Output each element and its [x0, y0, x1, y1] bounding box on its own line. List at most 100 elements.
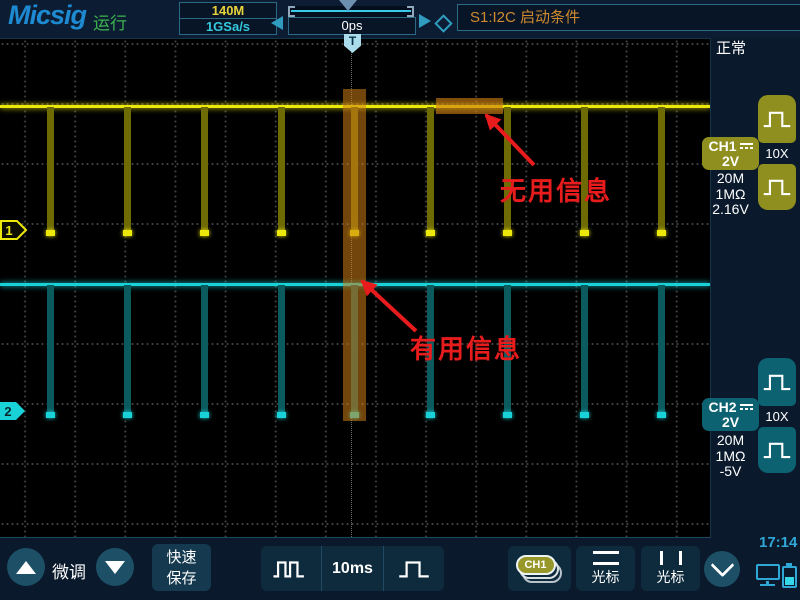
- cursor-v-label: 光标: [657, 567, 685, 587]
- ch2-pulse-cap: [277, 412, 286, 418]
- ch1-pulse: [658, 107, 665, 235]
- quick-save-line1: 快速: [152, 547, 211, 568]
- clock: 17:14: [759, 534, 797, 551]
- ch2-probe-factor[interactable]: 10X: [758, 408, 796, 425]
- ch1-pulse-down-button[interactable]: [758, 164, 796, 210]
- channel-select-label: CH1: [516, 555, 556, 575]
- cursor-horizontal-icon: [593, 551, 619, 565]
- ch1-pulse: [124, 107, 131, 235]
- ch1-probe-controls: 10X: [758, 95, 796, 210]
- acquisition-box[interactable]: 140M 1GSa/s: [179, 2, 277, 35]
- scroll-right-icon[interactable]: [419, 14, 431, 28]
- annotation-text: 无用信息: [500, 171, 612, 208]
- timebase-value[interactable]: 10ms: [322, 546, 382, 591]
- ch2-details: 20M 1MΩ -5V: [700, 433, 761, 480]
- run-status[interactable]: 运行: [93, 9, 127, 34]
- ch2-pulse-cap: [200, 412, 209, 418]
- cursor-vertical-icon: [660, 551, 682, 565]
- channel-stack-icon: CH1: [515, 553, 565, 585]
- ch1-pulse: [278, 107, 285, 235]
- ch2-pulse-cap: [580, 412, 589, 418]
- ch1-badge[interactable]: CH1 2V: [702, 137, 759, 170]
- top-bar: Micsig 运行 140M 1GSa/s 0ps S1:I2C 启动条件: [0, 0, 800, 38]
- svg-text:1: 1: [5, 223, 12, 238]
- fine-tune-down-button[interactable]: [96, 548, 134, 586]
- timebase-zoom-out-button[interactable]: [261, 546, 321, 591]
- cursor-vertical-button[interactable]: 光标: [641, 546, 700, 591]
- cursor-horizontal-button[interactable]: 光标: [576, 546, 635, 591]
- chevron-down-icon: [710, 553, 734, 577]
- annotation-text: 有用信息: [410, 329, 522, 366]
- ch1-pulse-cap: [426, 230, 435, 236]
- svg-text:2: 2: [4, 404, 11, 419]
- highlight-band: [343, 89, 366, 421]
- fine-tune-up-button[interactable]: [7, 548, 45, 586]
- ch2-name: CH2: [708, 399, 736, 415]
- ch1-scale: 2V: [702, 154, 759, 169]
- ch2-pulse-cap: [657, 412, 666, 418]
- ch2-bandwidth: 20M: [700, 433, 761, 449]
- ch2-pulse-up-button[interactable]: [758, 358, 796, 406]
- pulse-icon: [762, 107, 792, 131]
- ch1-level: 2.16V: [700, 202, 761, 218]
- dc-coupling-icon: [740, 143, 753, 149]
- ch2-probe-controls: 10X: [758, 358, 796, 473]
- menu-collapse-button[interactable]: [704, 551, 740, 587]
- ch2-impedance: 1MΩ: [700, 449, 761, 465]
- oscilloscope-app: Micsig 运行 140M 1GSa/s 0ps S1:I2C 启动条件 1 2…: [0, 0, 800, 600]
- ch2-pulse: [124, 285, 131, 417]
- ch2-pulse: [278, 285, 285, 417]
- ch2-pulse-down-button[interactable]: [758, 427, 796, 473]
- ch1-name: CH1: [708, 138, 736, 154]
- ch2-pulse: [581, 285, 588, 417]
- trigger-position-value[interactable]: 0ps: [288, 17, 416, 35]
- pulse-icon: [762, 438, 792, 462]
- ch1-probe-factor[interactable]: 10X: [758, 145, 796, 162]
- ch2-pulse-cap: [123, 412, 132, 418]
- memory-depth: 140M: [180, 3, 276, 19]
- ch1-pulse: [427, 107, 434, 235]
- ch1-pulse-cap: [46, 230, 55, 236]
- pulse-icon: [762, 370, 792, 394]
- single-pulse-icon: [395, 557, 433, 581]
- ch1-impedance: 1MΩ: [700, 187, 761, 203]
- timebase-group: 10ms: [261, 546, 444, 591]
- acquisition-mode-label: 正常: [716, 37, 746, 58]
- ch2-pulse: [201, 285, 208, 417]
- trigger-info-box[interactable]: S1:I2C 启动条件: [457, 4, 800, 31]
- up-arrow-icon: [16, 561, 36, 574]
- ch1-bandwidth: 20M: [700, 171, 761, 187]
- ch1-pulse-cap: [277, 230, 286, 236]
- sample-rate: 1GSa/s: [180, 19, 276, 34]
- ch1-pulse-cap: [503, 230, 512, 236]
- ch1-details: 20M 1MΩ 2.16V: [700, 171, 761, 218]
- channel-select-button[interactable]: CH1: [508, 546, 571, 591]
- pulse-icon: [762, 175, 792, 199]
- ch2-level: -5V: [700, 464, 761, 480]
- slider-right-bracket-icon: [407, 6, 414, 17]
- scroll-left-icon[interactable]: [271, 16, 283, 30]
- highlight-band: [436, 98, 503, 114]
- timebase-zoom-in-button[interactable]: [384, 546, 444, 591]
- ch2-pulse-cap: [426, 412, 435, 418]
- ch1-pulse-cap: [123, 230, 132, 236]
- micsig-logo: Micsig: [8, 0, 86, 31]
- trigger-position-pointer-icon[interactable]: [339, 0, 357, 11]
- ch2-pulse-cap: [46, 412, 55, 418]
- ch2-badge[interactable]: CH2 2V: [702, 398, 759, 431]
- monitor-icon: [756, 564, 782, 588]
- ch2-scale: 2V: [702, 415, 759, 430]
- ch2-pulse-cap: [503, 412, 512, 418]
- scope-display[interactable]: 1 2 无用信息有用信息: [0, 38, 711, 538]
- ch2-pulse: [658, 285, 665, 417]
- ch1-pulse-cap: [657, 230, 666, 236]
- battery-icon: [782, 566, 797, 588]
- cursor-h-label: 光标: [592, 567, 620, 587]
- quick-save-button[interactable]: 快速 保存: [152, 544, 211, 591]
- diamond-icon[interactable]: [434, 14, 452, 32]
- quick-save-line2: 保存: [152, 568, 211, 589]
- ch1-pulse: [201, 107, 208, 235]
- fine-tune-label: 微调: [52, 558, 86, 583]
- ch1-pulse-cap: [200, 230, 209, 236]
- ch1-pulse-up-button[interactable]: [758, 95, 796, 143]
